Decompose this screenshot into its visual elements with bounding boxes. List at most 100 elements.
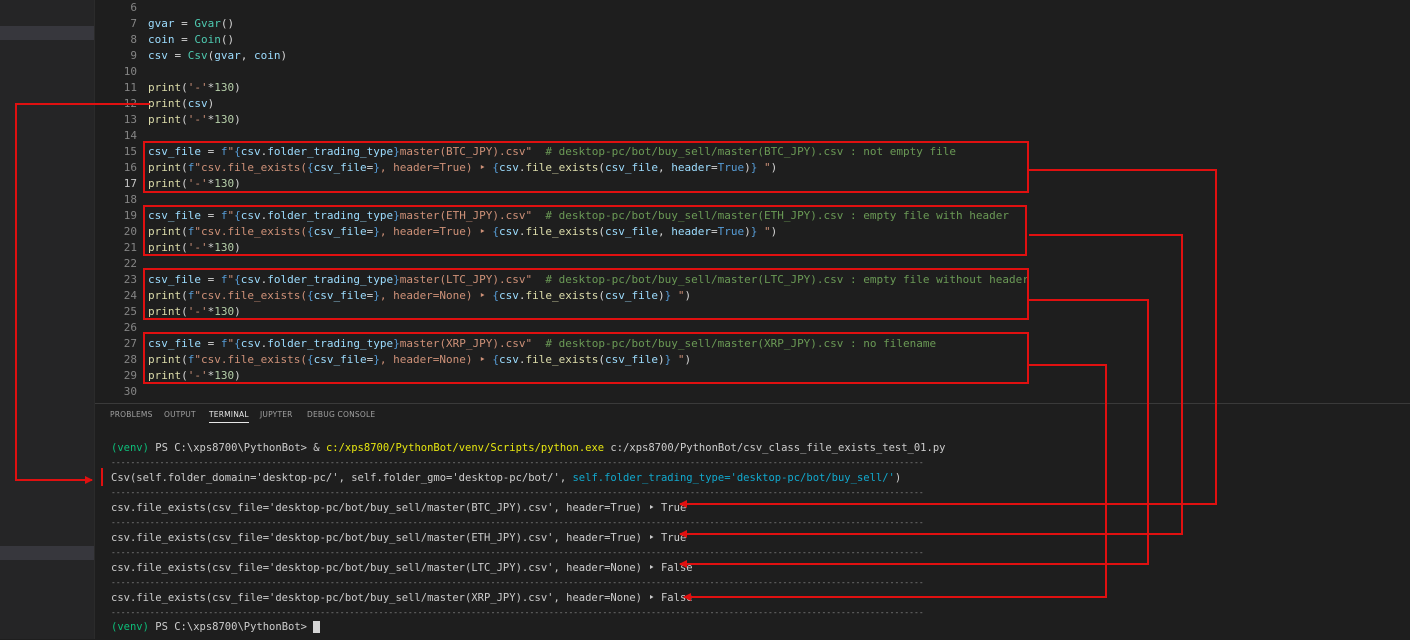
code-token: = xyxy=(174,33,195,46)
code-token: '-' xyxy=(187,81,208,94)
code-token: = xyxy=(167,49,188,62)
code-line[interactable]: 8 coin = Coin() xyxy=(95,32,1410,48)
line-number: 27 xyxy=(123,337,137,350)
code-token: ) xyxy=(234,113,241,126)
code-token: 130 xyxy=(214,81,235,94)
line-number: 6 xyxy=(130,1,137,14)
terminal-result-btc: csv.file_exists(csv_file='desktop-pc/bot… xyxy=(111,502,687,514)
code-token: = xyxy=(174,17,195,30)
tab-debug-console[interactable]: DEBUG CONSOLE xyxy=(307,410,375,419)
highlight-box-eth xyxy=(143,205,1027,256)
code-line[interactable]: 9 csv = Csv(gvar, coin) xyxy=(95,48,1410,64)
code-token: csv xyxy=(148,49,168,62)
line-number: 25 xyxy=(123,305,137,318)
line-number: 10 xyxy=(123,65,137,78)
code-token: Csv xyxy=(187,49,208,62)
tab-jupyter[interactable]: JUPYTER xyxy=(260,410,293,419)
prompt-text: PS C:\xps8700\PythonBot> & xyxy=(148,442,326,454)
code-text: print(csv) xyxy=(148,96,214,112)
code-line[interactable]: 30 xyxy=(95,384,1410,400)
terminal-cursor xyxy=(313,621,321,633)
code-token: ) xyxy=(207,97,215,110)
tab-terminal[interactable]: TERMINAL xyxy=(209,410,249,423)
code-line[interactable]: 11 print('-'*130) xyxy=(95,80,1410,96)
venv-label: (venv) xyxy=(111,621,149,633)
code-token: , xyxy=(240,49,254,62)
code-line[interactable]: 10 xyxy=(95,64,1410,80)
line-number: 16 xyxy=(123,161,137,174)
bottom-panel: PROBLEMS OUTPUT TERMINAL JUPYTER DEBUG CONSO… xyxy=(95,403,1410,640)
line-number: 22 xyxy=(123,257,137,270)
python-exe-path: c:/xps8700/PythonBot/venv/Scripts/python… xyxy=(325,442,605,454)
venv-label: (venv) xyxy=(111,442,149,454)
code-token: print xyxy=(148,113,182,126)
line-number: 28 xyxy=(123,353,137,366)
code-token: gvar xyxy=(148,17,175,30)
script-path: c:/xps8700/PythonBot/csv_class_file_exis… xyxy=(604,442,946,454)
code-text: print('-'*130) xyxy=(148,80,241,96)
code-token: Coin xyxy=(194,33,221,46)
line-number: 12 xyxy=(123,97,137,110)
code-text: gvar = Gvar() xyxy=(148,16,234,32)
code-token: gvar xyxy=(214,49,241,62)
code-text: print('-'*130) xyxy=(148,112,241,128)
line-number: 29 xyxy=(123,369,137,382)
line-number: 7 xyxy=(130,17,137,30)
code-token: coin xyxy=(148,33,175,46)
highlight-box-ltc xyxy=(143,268,1029,320)
line-number: 18 xyxy=(123,193,137,206)
code-text: coin = Coin() xyxy=(148,32,234,48)
line-number: 24 xyxy=(123,289,137,302)
code-token: 130 xyxy=(214,113,235,126)
code-token: ) xyxy=(234,81,241,94)
separator-line: ----------------------------------------… xyxy=(111,548,924,557)
code-line[interactable]: 13 print('-'*130) xyxy=(95,112,1410,128)
code-token: print xyxy=(148,81,182,94)
code-token: ) xyxy=(280,49,288,62)
csv-repr-part-3: ) xyxy=(894,472,902,484)
code-token: ( xyxy=(181,97,188,110)
code-text: csv = Csv(gvar, coin) xyxy=(148,48,287,64)
code-token: () xyxy=(220,33,235,46)
csv-repr-part-1: Csv(self.folder_domain='desktop-pc/', se… xyxy=(111,472,573,484)
tab-problems[interactable]: PROBLEMS xyxy=(110,410,153,419)
line-number: 14 xyxy=(123,129,137,142)
line-number: 9 xyxy=(130,49,137,62)
separator-line: ----------------------------------------… xyxy=(111,518,924,527)
code-token: () xyxy=(220,17,235,30)
terminal-result-ltc: csv.file_exists(csv_file='desktop-pc/bot… xyxy=(111,562,693,574)
code-token: coin xyxy=(254,49,281,62)
line-number: 19 xyxy=(123,209,137,222)
line-number: 8 xyxy=(130,33,137,46)
separator-line: ----------------------------------------… xyxy=(111,458,924,467)
line-number: 21 xyxy=(123,241,137,254)
prompt-text: PS C:\xps8700\PythonBot> xyxy=(148,621,314,633)
line-number: 17 xyxy=(123,177,137,190)
sidebar-selected-item[interactable] xyxy=(0,26,94,40)
code-token: '-' xyxy=(187,113,208,126)
line-number: 13 xyxy=(123,113,137,126)
line-number: 23 xyxy=(123,273,137,286)
line-number: 11 xyxy=(123,81,137,94)
line-number: 15 xyxy=(123,145,137,158)
terminal-csv-repr: Csv(self.folder_domain='desktop-pc/', se… xyxy=(111,470,901,486)
highlight-box-btc xyxy=(143,141,1029,193)
terminal-result-xrp: csv.file_exists(csv_file='desktop-pc/bot… xyxy=(111,592,693,604)
code-token: Gvar xyxy=(194,17,221,30)
sidebar-selected-item-2[interactable] xyxy=(0,546,94,560)
code-line[interactable]: 6 xyxy=(95,0,1410,16)
code-line[interactable]: 7 gvar = Gvar() xyxy=(95,16,1410,32)
tab-output[interactable]: OUTPUT xyxy=(164,410,196,419)
code-token: ( xyxy=(181,113,188,126)
highlight-box-xrp xyxy=(143,332,1029,384)
terminal-result-eth: csv.file_exists(csv_file='desktop-pc/bot… xyxy=(111,532,687,544)
highlight-mark-csv xyxy=(101,468,103,486)
line-number: 30 xyxy=(123,385,137,398)
separator-line: ----------------------------------------… xyxy=(111,578,924,587)
line-number: 26 xyxy=(123,321,137,334)
code-token: print xyxy=(148,97,182,110)
code-token: csv xyxy=(187,97,208,110)
code-line[interactable]: 12 print(csv) xyxy=(95,96,1410,112)
line-number: 20 xyxy=(123,225,137,238)
terminal-prompt[interactable]: (venv) PS C:\xps8700\PythonBot> xyxy=(111,619,321,635)
